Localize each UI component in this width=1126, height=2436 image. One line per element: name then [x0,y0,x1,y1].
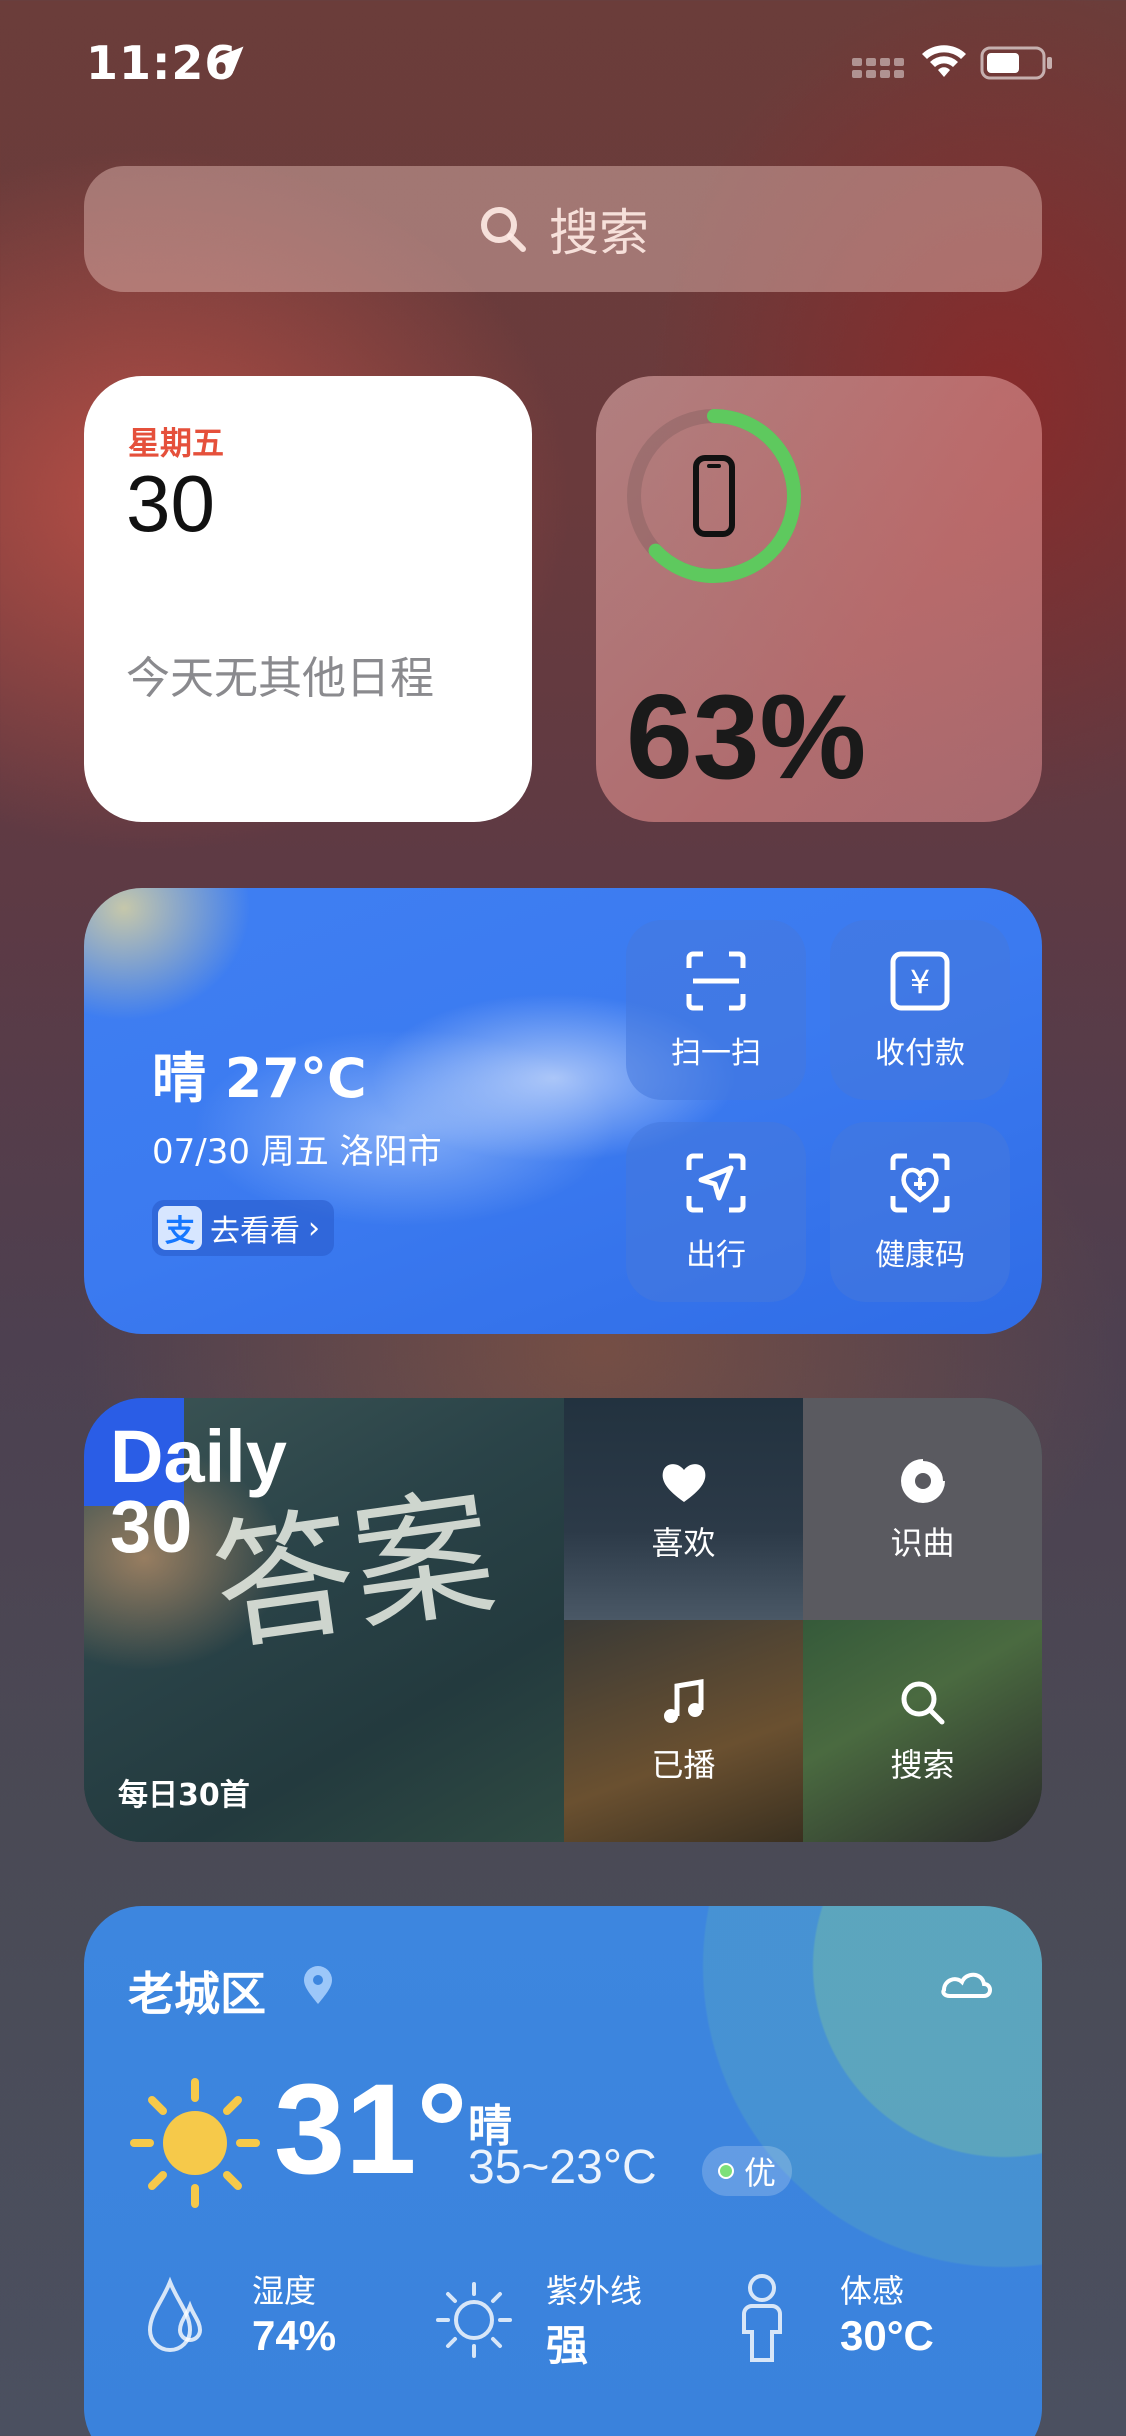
weather-temp: 31° [274,2058,468,2201]
battery-percent: 63% [626,670,867,804]
aqi-badge: 优 [702,2146,793,2196]
alipay-tile-health[interactable]: 健康码 [830,1122,1010,1302]
daily-30-cover[interactable]: Daily 30 答案 每日30首 [84,1398,564,1842]
weather-city: 老城区 [128,1967,266,2021]
chevron-right-icon: › [308,1210,320,1246]
tile-label: 已播 [651,1746,716,1784]
weather-app-logo-icon [941,1972,992,1998]
uv-icon [436,2282,512,2358]
navigation-icon [686,1153,746,1213]
search-icon [901,1681,944,1725]
scan-icon [686,951,746,1011]
search-placeholder: 搜索 [549,204,649,262]
tile-label: 出行 [686,1238,746,1273]
feels-like-label: 体感 [840,2272,905,2310]
alipay-tile-scan[interactable]: 扫一扫 [626,920,806,1100]
alipay-tile-travel[interactable]: 出行 [626,1122,806,1302]
tile-label: 喜欢 [651,1524,716,1562]
alipay-widget[interactable]: 晴 27°C 07/30 周五 洛阳市 支 去看看 › 扫一扫 ¥ 收付款 出行 [84,888,1042,1334]
uv-label: 紫外线 [546,2272,643,2310]
battery-icon [980,46,1052,80]
alipay-date-location: 07/30 周五 洛阳市 [152,1132,442,1172]
cover-art-text: 答案 [204,1471,504,1672]
aqi-label: 优 [744,2154,777,2192]
search-bar[interactable]: 搜索 [84,166,1042,292]
aqi-dot [718,2163,734,2179]
battery-ring [627,409,801,583]
health-code-icon [890,1153,950,1213]
yuan-icon: ¥ [890,951,950,1011]
weather-widget[interactable]: 老城区 31° 晴 35~23°C 优 湿度 74% 紫外线 强 体感 30°C [84,1906,1042,2436]
heart-icon [662,1464,705,1502]
tile-label: 扫一扫 [671,1036,761,1071]
battery-widget[interactable]: 63% [596,376,1042,822]
location-arrow-icon [218,46,244,72]
person-icon [742,2274,782,2362]
cover-calligraphy: 答案 [204,1471,504,1672]
cellular-signal-icon [852,58,904,78]
tile-label: 识曲 [890,1524,955,1562]
status-time: 11:26 [86,36,238,90]
humidity-icon [147,2276,203,2352]
alipay-weather: 晴 27°C [152,1047,367,1110]
music-note-icon [663,1679,703,1723]
calendar-empty-text: 今天无其他日程 [126,653,434,704]
music-recognition-icon [900,1457,947,1503]
feels-like-value: 30°C [840,2312,934,2359]
humidity-label: 湿度 [252,2272,317,2310]
tile-label: 收付款 [875,1036,965,1071]
alipay-go-button[interactable]: 支 去看看 › [152,1200,334,1256]
weather-range: 35~23°C [468,2141,657,2194]
music-tile-played[interactable]: 已播 [564,1620,803,1842]
svg-text:¥: ¥ [910,963,930,1001]
music-tile-search[interactable]: 搜索 [803,1620,1042,1842]
humidity-value: 74% [252,2312,337,2359]
tile-label: 健康码 [875,1238,965,1273]
wifi-icon [922,45,966,77]
tile-label: 搜索 [890,1746,955,1784]
iphone-icon [693,455,735,537]
alipay-tile-pay[interactable]: ¥ 收付款 [830,920,1010,1100]
uv-value: 强 [546,2322,589,2369]
alipay-go-label: 去看看 [210,1214,300,1249]
music-tile-recognize[interactable]: 识曲 [803,1398,1042,1620]
music-tile-like[interactable]: 喜欢 [564,1398,803,1620]
daily-subtitle: 每日30首 [118,1778,250,1813]
sun-icon [130,2078,260,2208]
search-icon [481,207,526,252]
music-widget[interactable]: Daily 30 答案 每日30首 喜欢 识曲 已播 搜索 [84,1398,1042,1842]
alipay-logo-icon: 支 [158,1206,202,1250]
calendar-widget[interactable]: 星期五 30 今天无其他日程 [84,376,532,822]
location-pin-icon [304,1966,332,2004]
calendar-day: 30 [126,459,215,548]
